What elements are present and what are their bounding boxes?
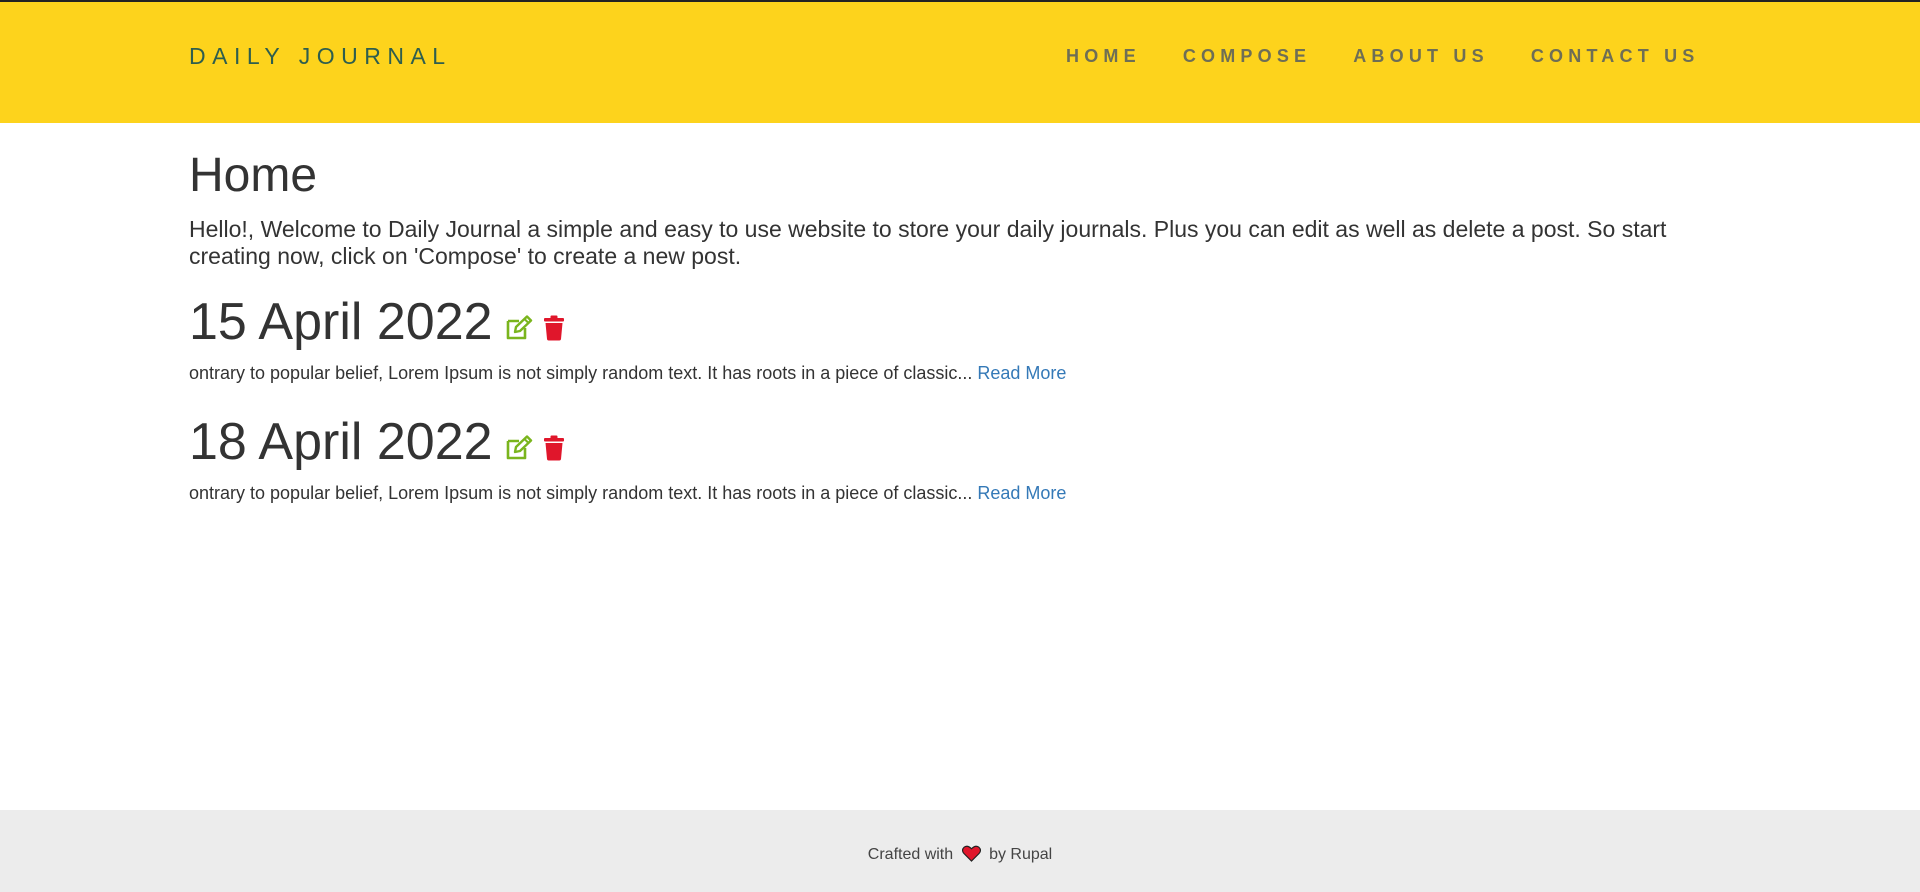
trash-icon[interactable]: [543, 315, 565, 346]
post-item: 18 April 2022 ontrary to popular belief,…: [189, 414, 1739, 504]
footer-suffix: by Rupal: [989, 846, 1053, 863]
nav-about-link[interactable]: ABOUT US: [1353, 46, 1489, 67]
intro-text: Hello!, Welcome to Daily Journal a simpl…: [189, 215, 1667, 269]
footer-credit: Crafted with by Rupal: [0, 845, 1920, 867]
post-excerpt: ontrary to popular belief, Lorem Ipsum i…: [189, 362, 1739, 384]
trash-icon[interactable]: [543, 435, 565, 466]
edit-icon[interactable]: [505, 435, 533, 466]
post-item: 15 April 2022 ontrary to popular belief,…: [189, 294, 1739, 384]
navbar: DAILY JOURNAL HOME COMPOSE ABOUT US CONT…: [0, 0, 1920, 123]
nav-compose-link[interactable]: COMPOSE: [1183, 46, 1311, 67]
read-more-link[interactable]: Read More: [977, 483, 1066, 503]
main-content: Home Hello!, Welcome to Daily Journal a …: [189, 123, 1739, 504]
brand-logo-link[interactable]: DAILY JOURNAL: [189, 43, 452, 70]
post-header: 15 April 2022: [189, 294, 1739, 350]
post-header: 18 April 2022: [189, 414, 1739, 470]
post-excerpt: ontrary to popular belief, Lorem Ipsum i…: [189, 482, 1739, 504]
nav-contact-link[interactable]: CONTACT US: [1531, 46, 1700, 67]
post-excerpt-text: ontrary to popular belief, Lorem Ipsum i…: [189, 482, 973, 503]
post-title: 18 April 2022: [189, 412, 493, 471]
edit-icon[interactable]: [505, 315, 533, 346]
post-title: 15 April 2022: [189, 292, 493, 351]
nav-menu: HOME COMPOSE ABOUT US CONTACT US: [1066, 46, 1742, 67]
footer: Crafted with by Rupal: [0, 810, 1920, 892]
read-more-link[interactable]: Read More: [977, 363, 1066, 383]
post-excerpt-text: ontrary to popular belief, Lorem Ipsum i…: [189, 362, 973, 383]
heart-icon: [961, 845, 981, 867]
nav-home-link[interactable]: HOME: [1066, 46, 1141, 67]
page-title: Home: [189, 149, 318, 202]
footer-prefix: Crafted with: [867, 846, 954, 863]
